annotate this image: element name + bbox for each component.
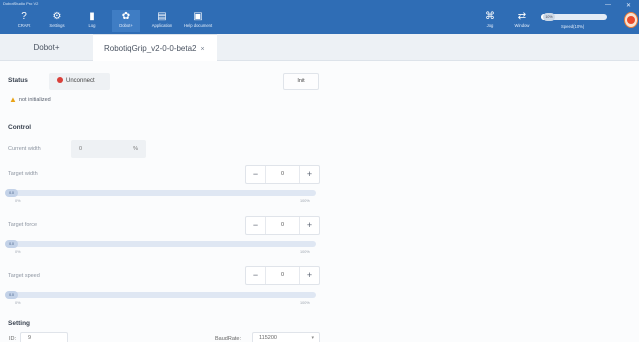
target-width-label: Target width bbox=[8, 171, 38, 177]
tab-robotiq-grip[interactable]: RobotiqGrip_v2-0-0-beta2 × bbox=[93, 34, 217, 61]
toolbar-application[interactable]: ▤ Application bbox=[148, 10, 176, 32]
target-force-slider-handle[interactable]: 0.0 bbox=[5, 240, 18, 248]
tab-label: RobotiqGrip_v2-0-0-beta2 bbox=[104, 44, 197, 53]
baudrate-label: BaudRate: bbox=[215, 336, 241, 342]
target-force-min-label: 0% bbox=[15, 250, 21, 254]
toolbar-settings[interactable]: ⚙ Settings bbox=[43, 10, 71, 32]
toolbar-log[interactable]: ▮ Log bbox=[78, 10, 106, 32]
id-input[interactable]: 9 bbox=[20, 332, 68, 342]
target-speed-value[interactable]: 0 bbox=[266, 267, 299, 284]
target-force-slider[interactable] bbox=[8, 241, 316, 247]
speed-label: Speed(10%) bbox=[561, 24, 585, 29]
target-width-plus-button[interactable]: + bbox=[299, 166, 319, 183]
toolbar-help-document[interactable]: ▣ Help document bbox=[184, 10, 212, 32]
target-speed-minus-button[interactable]: − bbox=[246, 267, 266, 284]
window-title: DobotStudio Pro V2 bbox=[3, 1, 39, 6]
tab-bar: Dobot+ RobotiqGrip_v2-0-0-beta2 × bbox=[0, 34, 639, 61]
target-width-min-label: 0% bbox=[15, 199, 21, 203]
disconnected-dot-icon bbox=[57, 76, 63, 83]
top-toolbar: DobotStudio Pro V2 ? CRAFt ⚙ Settings ▮ … bbox=[0, 0, 639, 34]
init-button[interactable]: Init bbox=[283, 73, 319, 90]
target-force-value[interactable]: 0 bbox=[266, 217, 299, 234]
target-speed-min-label: 0% bbox=[15, 301, 21, 305]
target-width-max-label: 100% bbox=[300, 199, 310, 203]
target-speed-label: Target speed bbox=[8, 273, 40, 279]
setting-heading: Setting bbox=[8, 320, 31, 327]
current-width-unit: % bbox=[133, 146, 138, 152]
question-icon: ? bbox=[21, 11, 27, 22]
status-heading: Status bbox=[8, 77, 28, 84]
baudrate-select[interactable]: 115200 ▾ bbox=[252, 332, 320, 342]
toolbar-craft[interactable]: ? CRAFt bbox=[10, 10, 38, 32]
init-warning: ▲ not initialized bbox=[9, 95, 51, 104]
toolbar-window[interactable]: ⇄ Window bbox=[508, 10, 536, 32]
window-icon: ⇄ bbox=[517, 11, 527, 22]
target-speed-stepper: − 0 + bbox=[245, 266, 320, 285]
chevron-down-icon: ▾ bbox=[311, 335, 314, 341]
close-icon[interactable]: ✕ bbox=[626, 2, 631, 9]
target-width-minus-button[interactable]: − bbox=[246, 166, 266, 183]
target-force-minus-button[interactable]: − bbox=[246, 217, 266, 234]
target-speed-slider-handle[interactable]: 0.0 bbox=[5, 291, 18, 299]
target-width-slider[interactable] bbox=[8, 190, 316, 196]
target-width-value[interactable]: 0 bbox=[266, 166, 299, 183]
toolbar-jog[interactable]: ⌘ Jog bbox=[476, 10, 504, 32]
application-icon: ▤ bbox=[157, 11, 167, 22]
target-width-slider-handle[interactable]: 0.0 bbox=[5, 189, 18, 197]
gear-icon: ⚙ bbox=[52, 11, 62, 22]
plugin-icon: ✿ bbox=[121, 11, 131, 22]
jog-icon: ⌘ bbox=[485, 11, 495, 22]
target-force-stepper: − 0 + bbox=[245, 216, 320, 235]
emergency-stop-button[interactable] bbox=[624, 12, 638, 28]
toolbar-dobot-plus[interactable]: ✿ Dobot+ bbox=[112, 10, 140, 32]
target-speed-max-label: 100% bbox=[300, 301, 310, 305]
tab-close-icon[interactable]: × bbox=[201, 46, 205, 53]
tab-dobot-plus[interactable]: Dobot+ bbox=[0, 34, 93, 61]
target-force-max-label: 100% bbox=[300, 250, 310, 254]
warning-icon: ▲ bbox=[9, 95, 17, 104]
target-width-stepper: − 0 + bbox=[245, 165, 320, 184]
target-speed-slider[interactable] bbox=[8, 292, 316, 298]
current-width-label: Current width bbox=[8, 146, 41, 152]
current-width-field: 0 % bbox=[71, 140, 146, 158]
target-speed-plus-button[interactable]: + bbox=[299, 267, 319, 284]
connection-status: Unconnect bbox=[49, 73, 110, 90]
speed-slider-handle[interactable]: 10% bbox=[543, 13, 555, 21]
target-force-label: Target force bbox=[8, 222, 38, 228]
minimize-icon[interactable]: — bbox=[605, 2, 611, 8]
plugin-content: Status Unconnect Init ▲ not initialized C… bbox=[0, 61, 639, 342]
log-icon: ▮ bbox=[89, 11, 95, 22]
target-force-plus-button[interactable]: + bbox=[299, 217, 319, 234]
help-document-icon: ▣ bbox=[193, 11, 203, 22]
control-heading: Control bbox=[8, 124, 32, 131]
id-label: ID: bbox=[9, 336, 17, 342]
